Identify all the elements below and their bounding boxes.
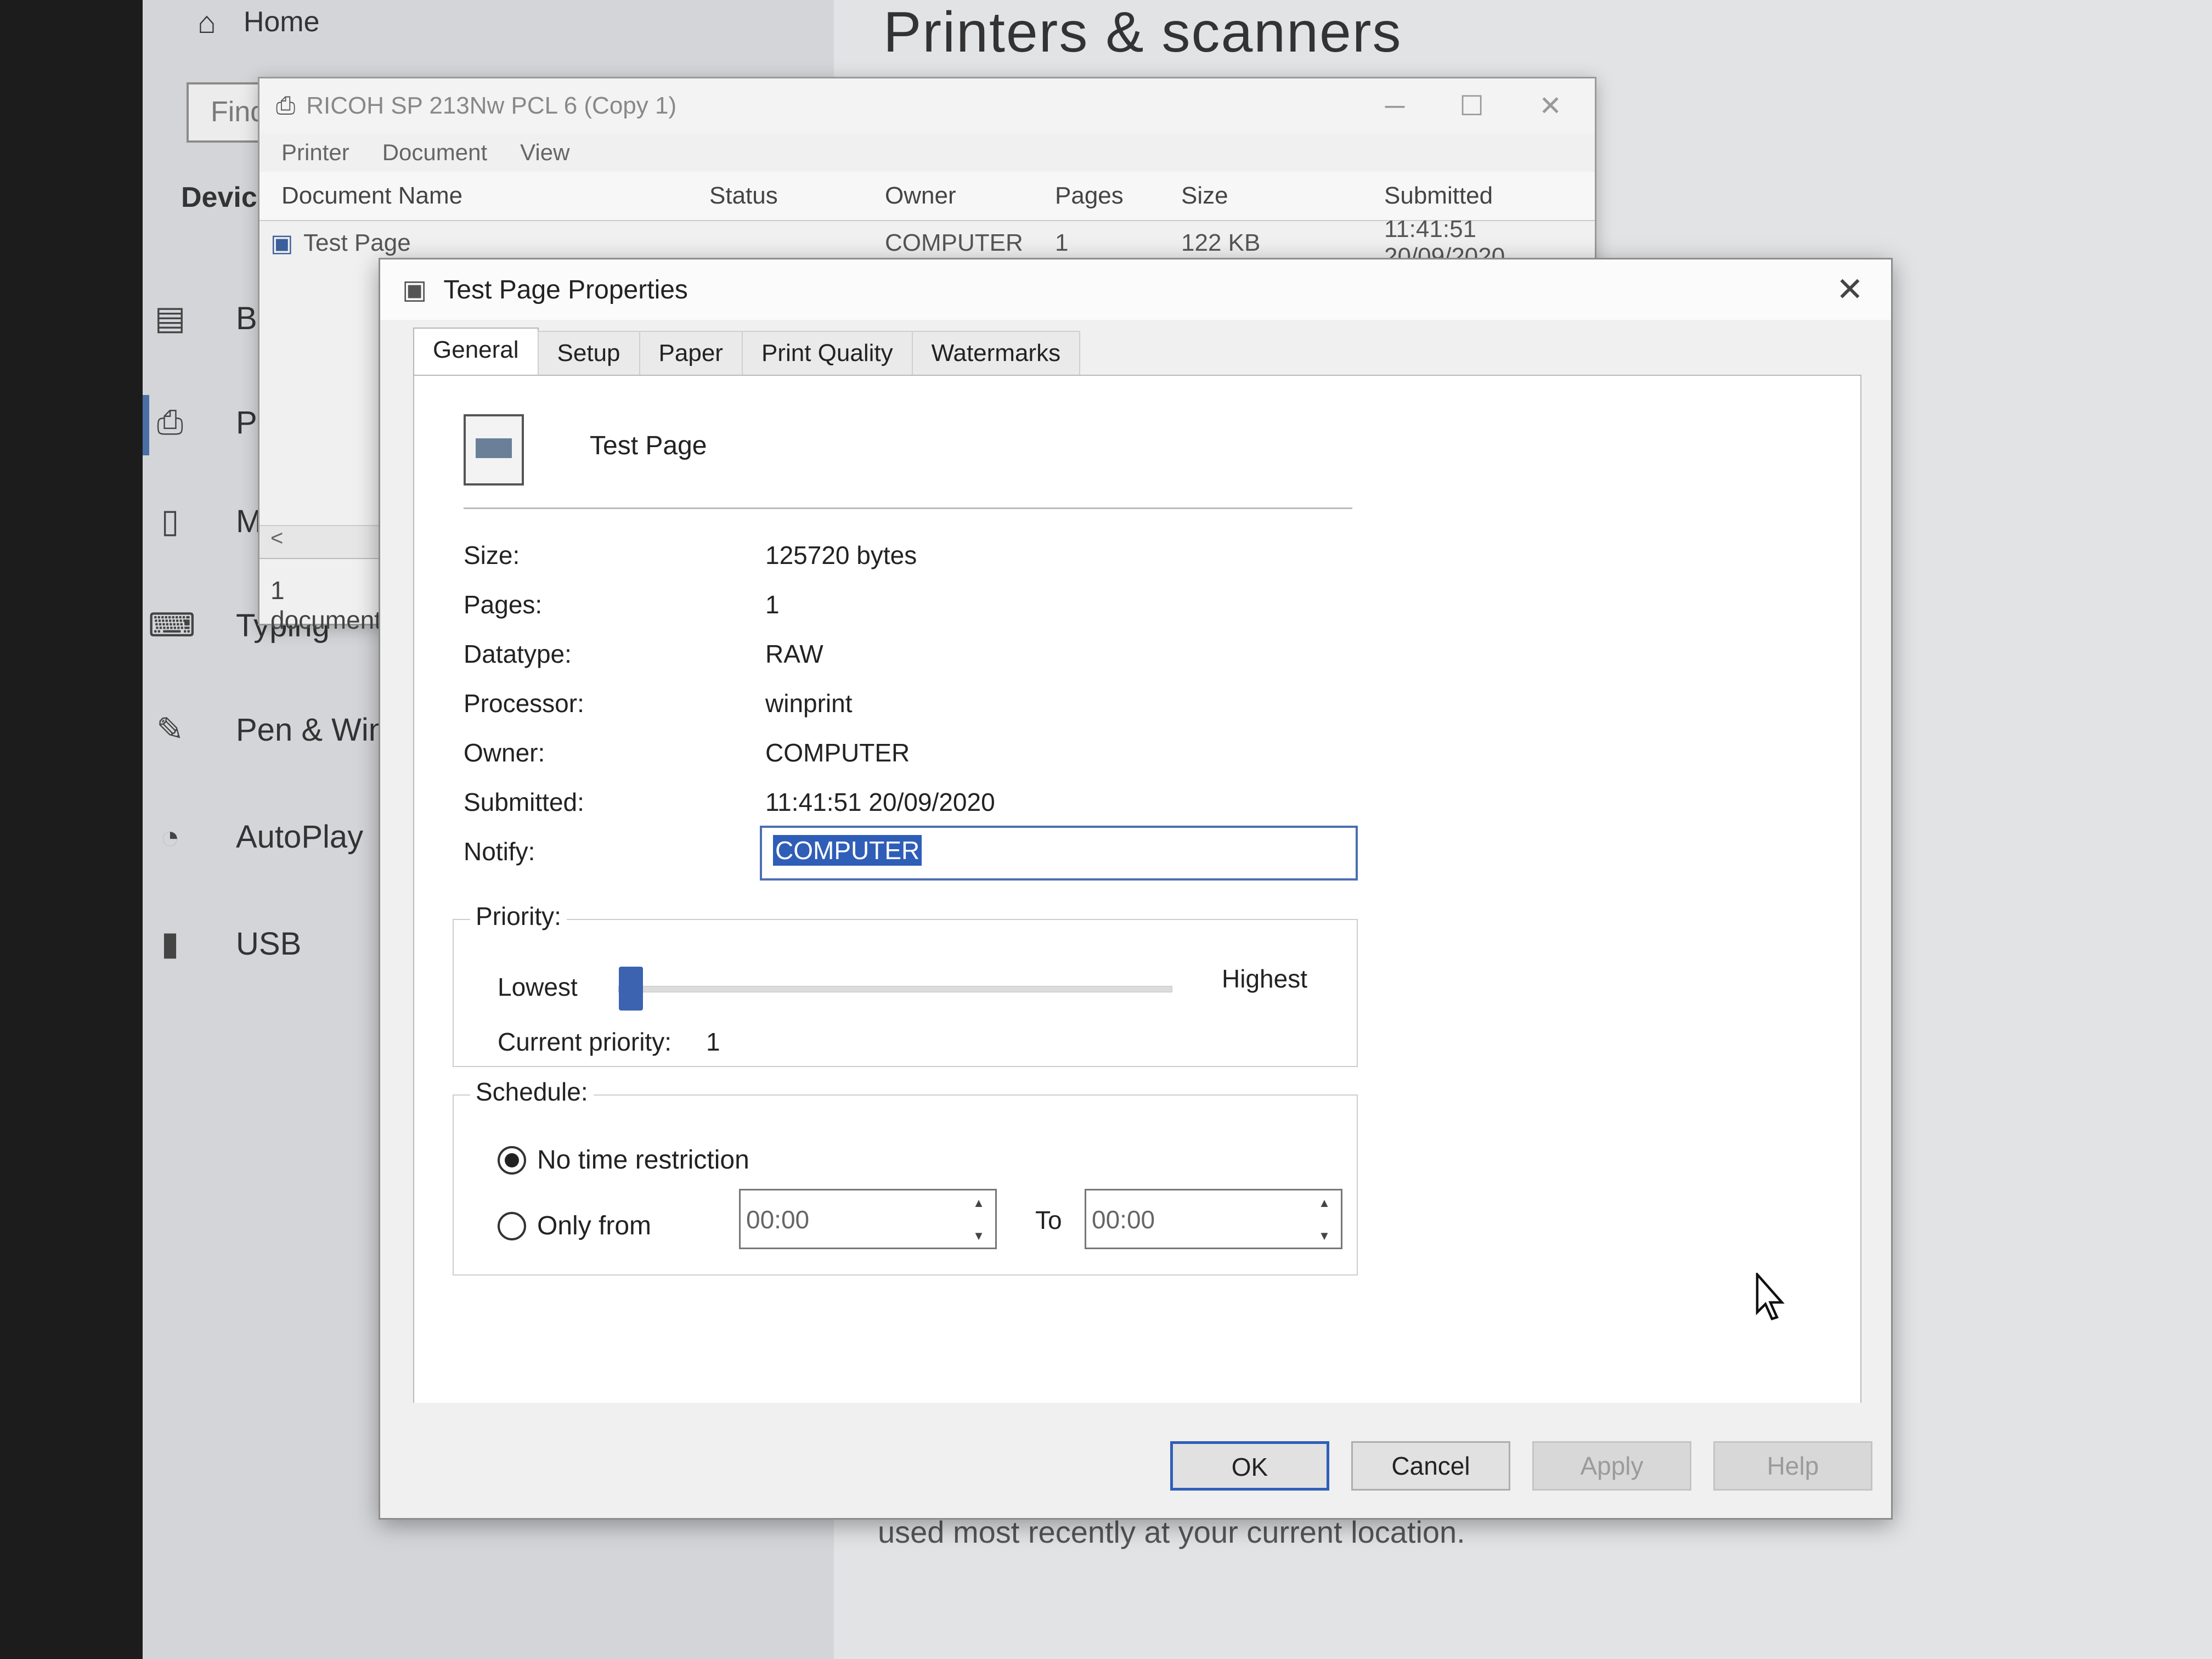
column-pages[interactable]: Pages [1055, 182, 1124, 210]
divider [464, 507, 1352, 509]
printer-icon: ⎙ [276, 92, 296, 119]
datatype-label: Datatype: [464, 640, 572, 668]
minimize-icon[interactable]: ─ [1385, 90, 1404, 122]
notify-label: Notify: [464, 837, 535, 866]
bluetooth-icon: ▤ [154, 300, 186, 336]
menu-view[interactable]: View [520, 139, 569, 166]
tab-print-quality[interactable]: Print Quality [741, 331, 913, 375]
usb-icon: ▮ [161, 925, 179, 962]
row-pages: 1 [1055, 229, 1069, 256]
priority-slider[interactable] [618, 967, 1172, 1011]
processor-label: Processor: [464, 689, 584, 718]
autoplay-icon: ◔ [160, 818, 180, 855]
spinner-arrows[interactable]: ▲ ▼ [1313, 1196, 1335, 1243]
help-button[interactable]: Help [1713, 1441, 1872, 1491]
menu-document[interactable]: Document [382, 139, 487, 166]
document-icon: ▣ [402, 275, 427, 304]
schedule-group-label: Schedule: [470, 1077, 594, 1107]
queue-menubar: Printer Document View [259, 133, 1595, 172]
pages-value: 1 [765, 590, 780, 619]
tab-strip: General Setup Paper Print Quality Waterm… [413, 328, 1081, 375]
no-time-restriction-radio[interactable]: No time restriction [498, 1145, 749, 1175]
document-icon [464, 414, 524, 486]
owner-value: COMPUTER [765, 738, 910, 767]
column-status[interactable]: Status [709, 182, 778, 210]
printer-icon: ⎙ [157, 404, 183, 441]
cancel-button[interactable]: Cancel [1351, 1441, 1510, 1491]
to-time-spinner[interactable]: 00:00 ▲ ▼ [1085, 1189, 1342, 1249]
mouse-cursor-icon [1756, 1273, 1785, 1321]
document-name: Test Page [590, 431, 707, 460]
only-from-radio[interactable]: Only from [498, 1211, 651, 1241]
current-priority-label: Current priority: [498, 1028, 672, 1056]
notify-input[interactable]: COMPUTER [760, 826, 1358, 881]
size-value: 125720 bytes [765, 541, 917, 569]
home-label: Home [243, 6, 320, 38]
owner-label: Owner: [464, 738, 545, 767]
scroll-left-icon[interactable]: < [270, 526, 283, 550]
priority-group: Priority: Lowest Highest Current priorit… [453, 901, 1358, 1067]
row-document-name: Test Page [303, 229, 411, 256]
to-time-value: 00:00 [1092, 1205, 1155, 1234]
column-size[interactable]: Size [1181, 182, 1228, 210]
submitted-label: Submitted: [464, 788, 584, 816]
tab-watermarks[interactable]: Watermarks [911, 331, 1081, 375]
close-icon[interactable]: ✕ [1836, 270, 1864, 309]
current-priority-value: 1 [706, 1028, 720, 1056]
home-nav-item[interactable]: ⌂ Home [198, 0, 320, 44]
ok-button[interactable]: OK [1170, 1441, 1329, 1491]
schedule-group: Schedule: No time restriction Only from … [453, 1077, 1358, 1276]
tab-setup[interactable]: Setup [537, 331, 640, 375]
size-label: Size: [464, 541, 520, 569]
priority-group-label: Priority: [470, 901, 567, 931]
row-size: 122 KB [1181, 229, 1261, 256]
window-controls: ─ ☐ ✕ [1385, 90, 1595, 122]
dialog-footer: OK Cancel Apply Help [380, 1403, 1891, 1518]
general-tab-panel: Test Page Size: 125720 bytes Pages: 1 Da… [413, 375, 1861, 1406]
priority-slider-thumb[interactable] [619, 967, 643, 1011]
document-icon: ▣ [270, 229, 294, 257]
tab-paper[interactable]: Paper [639, 331, 743, 375]
spinner-arrows[interactable]: ▲ ▼ [968, 1196, 990, 1243]
processor-value: winprint [765, 689, 853, 718]
document-properties-dialog: ▣ Test Page Properties ✕ General Setup P… [379, 258, 1893, 1520]
keyboard-icon: ⌨ [148, 607, 196, 644]
to-label: To [1035, 1206, 1062, 1234]
home-icon: ⌂ [198, 4, 216, 40]
dialog-title: Test Page Properties [443, 275, 688, 304]
datatype-value: RAW [765, 640, 823, 668]
pen-icon: ✎ [156, 711, 184, 748]
page-title: Printers & scanners [883, 1, 1402, 64]
mouse-icon: ▯ [161, 503, 179, 539]
menu-printer[interactable]: Printer [281, 139, 349, 166]
radio-button[interactable] [498, 1146, 526, 1175]
column-owner[interactable]: Owner [885, 182, 956, 210]
priority-highest-label: Highest [1222, 964, 1307, 993]
column-document-name[interactable]: Document Name [281, 182, 462, 210]
sidebar-item-label: AutoPlay [236, 819, 364, 855]
from-time-spinner[interactable]: 00:00 ▲ ▼ [739, 1189, 997, 1249]
column-submitted[interactable]: Submitted [1384, 182, 1493, 210]
priority-lowest-label: Lowest [498, 973, 578, 1001]
maximize-icon[interactable]: ☐ [1459, 90, 1484, 122]
queue-title: RICOH SP 213Nw PCL 6 (Copy 1) [306, 92, 677, 119]
queue-titlebar: ⎙ RICOH SP 213Nw PCL 6 (Copy 1) ─ ☐ ✕ [259, 78, 1595, 133]
notify-value: COMPUTER [773, 835, 922, 866]
row-owner: COMPUTER [885, 229, 1023, 256]
only-from-label: Only from [537, 1211, 652, 1240]
no-time-restriction-label: No time restriction [537, 1146, 749, 1175]
apply-button[interactable]: Apply [1532, 1441, 1691, 1491]
pages-label: Pages: [464, 590, 543, 619]
tab-general[interactable]: General [413, 328, 539, 375]
dialog-titlebar: ▣ Test Page Properties ✕ [380, 259, 1891, 320]
from-time-value: 00:00 [746, 1205, 810, 1234]
queue-column-header: Document Name Status Owner Pages Size Su… [259, 172, 1595, 221]
close-icon[interactable]: ✕ [1539, 90, 1562, 122]
sidebar-item-label: USB [236, 926, 302, 962]
radio-button[interactable] [498, 1211, 526, 1240]
submitted-value: 11:41:51 20/09/2020 [765, 788, 995, 816]
